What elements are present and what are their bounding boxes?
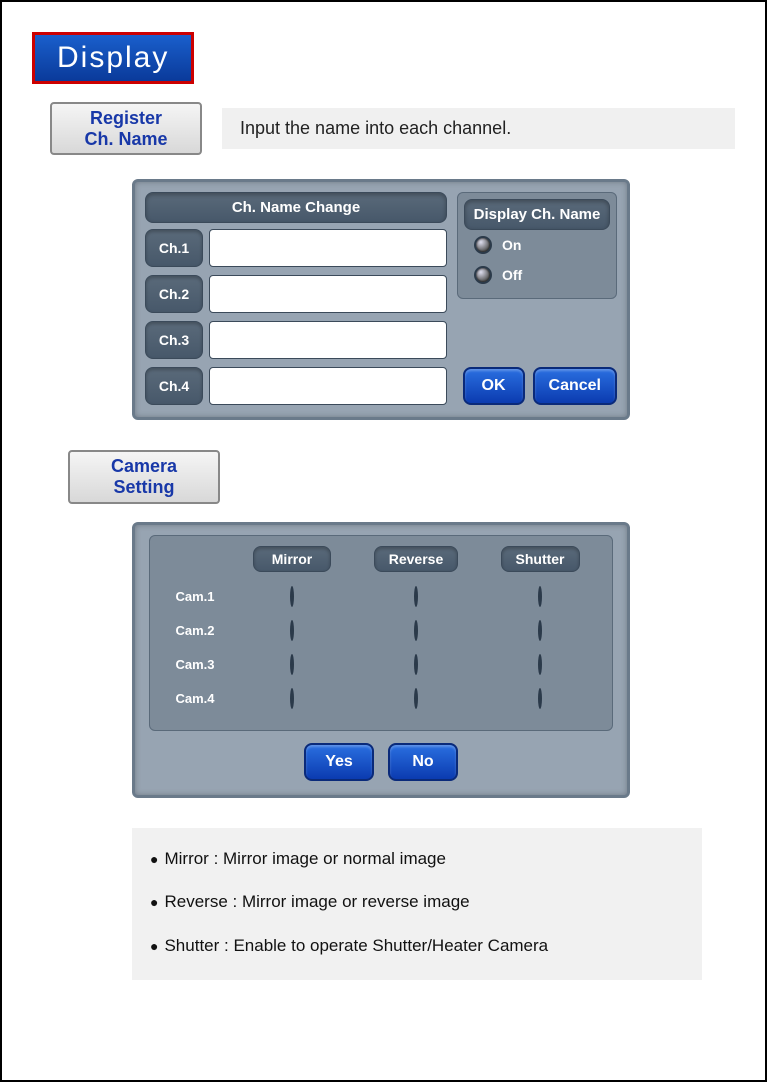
- radio-icon: [414, 654, 418, 675]
- radio-icon: [474, 266, 492, 284]
- note-mirror: ● Mirror : Mirror image or normal image: [150, 846, 684, 872]
- radio-icon: [290, 586, 294, 607]
- yes-no-row: Yes No: [149, 743, 613, 781]
- cam1-reverse[interactable]: [354, 588, 478, 606]
- note-reverse-text: Reverse : Mirror image or reverse image: [164, 892, 469, 911]
- option-off-label: Off: [502, 267, 522, 283]
- camera-header-row: Mirror Reverse Shutter: [160, 546, 602, 572]
- option-on-label: On: [502, 237, 521, 253]
- display-ch-name-header: Display Ch. Name: [464, 199, 610, 230]
- cam4-reverse[interactable]: [354, 690, 478, 708]
- page-title-badge: Display: [32, 32, 194, 84]
- ch3-input[interactable]: [209, 321, 447, 359]
- ch1-label: Ch.1: [145, 229, 203, 267]
- display-ch-name-panel: Display Ch. Name On Off: [457, 192, 617, 299]
- ch-row: Ch.2: [145, 275, 447, 313]
- cam1-mirror[interactable]: [230, 588, 354, 606]
- radio-icon: [538, 688, 542, 709]
- cam-row: Cam.3: [160, 648, 602, 682]
- cam2-shutter[interactable]: [478, 622, 602, 640]
- camera-line2: Setting: [88, 477, 200, 498]
- radio-icon: [474, 236, 492, 254]
- cam-row: Cam.1: [160, 580, 602, 614]
- no-button[interactable]: No: [388, 743, 458, 781]
- cam-row: Cam.4: [160, 682, 602, 716]
- cam3-mirror[interactable]: [230, 656, 354, 674]
- note-mirror-text: Mirror : Mirror image or normal image: [164, 849, 446, 868]
- camera-grid: Mirror Reverse Shutter Cam.1 Cam.2 Cam.3…: [149, 535, 613, 731]
- radio-icon: [538, 586, 542, 607]
- register-description: Input the name into each channel.: [222, 108, 735, 149]
- bullet-icon: ●: [150, 938, 158, 954]
- ch4-input[interactable]: [209, 367, 447, 405]
- radio-icon: [538, 620, 542, 641]
- note-reverse: ● Reverse : Mirror image or reverse image: [150, 889, 684, 915]
- cam2-mirror[interactable]: [230, 622, 354, 640]
- cam2-reverse[interactable]: [354, 622, 478, 640]
- ch-name-left-panel: Ch. Name Change Ch.1 Ch.2 Ch.3 Ch.4: [145, 192, 447, 405]
- radio-icon: [538, 654, 542, 675]
- option-on[interactable]: On: [474, 236, 606, 254]
- bullet-icon: ●: [150, 894, 158, 910]
- radio-icon: [290, 654, 294, 675]
- cam1-shutter[interactable]: [478, 588, 602, 606]
- bullet-icon: ●: [150, 851, 158, 867]
- ch1-input[interactable]: [209, 229, 447, 267]
- cam3-shutter[interactable]: [478, 656, 602, 674]
- reverse-pill: Reverse: [374, 546, 459, 572]
- shutter-pill: Shutter: [501, 546, 580, 572]
- ch2-input[interactable]: [209, 275, 447, 313]
- display-ch-name-options: On Off: [464, 230, 610, 284]
- cam3-reverse[interactable]: [354, 656, 478, 674]
- col-reverse: Reverse: [354, 546, 478, 572]
- radio-icon: [290, 620, 294, 641]
- note-shutter-text: Shutter : Enable to operate Shutter/Heat…: [164, 936, 548, 955]
- cam3-label: Cam.3: [160, 657, 230, 672]
- register-ch-name-button[interactable]: Register Ch. Name: [50, 102, 202, 155]
- cam4-shutter[interactable]: [478, 690, 602, 708]
- ch-row: Ch.1: [145, 229, 447, 267]
- ch3-label: Ch.3: [145, 321, 203, 359]
- camera-setting-dialog: Mirror Reverse Shutter Cam.1 Cam.2 Cam.3…: [132, 522, 630, 798]
- register-section-header: Register Ch. Name Input the name into ea…: [32, 102, 735, 155]
- camera-setting-button[interactable]: Camera Setting: [68, 450, 220, 503]
- cam4-label: Cam.4: [160, 691, 230, 706]
- col-mirror: Mirror: [230, 546, 354, 572]
- ch-name-right-panel: Display Ch. Name On Off OK Cancel: [457, 192, 617, 405]
- ch4-label: Ch.4: [145, 367, 203, 405]
- ch-name-change-header: Ch. Name Change: [145, 192, 447, 223]
- col-shutter: Shutter: [478, 546, 602, 572]
- ch-name-rows: Ch.1 Ch.2 Ch.3 Ch.4: [145, 229, 447, 405]
- register-line2: Ch. Name: [70, 129, 182, 150]
- radio-icon: [414, 620, 418, 641]
- radio-icon: [290, 688, 294, 709]
- camera-line1: Camera: [88, 456, 200, 477]
- ch2-label: Ch.2: [145, 275, 203, 313]
- ok-button[interactable]: OK: [463, 367, 525, 405]
- mirror-pill: Mirror: [253, 546, 331, 572]
- cam1-label: Cam.1: [160, 589, 230, 604]
- ch-row: Ch.3: [145, 321, 447, 359]
- camera-section-header: Camera Setting: [50, 450, 735, 503]
- ch-row: Ch.4: [145, 367, 447, 405]
- cam-row: Cam.2: [160, 614, 602, 648]
- cam4-mirror[interactable]: [230, 690, 354, 708]
- camera-notes: ● Mirror : Mirror image or normal image ●…: [132, 828, 702, 981]
- cam2-label: Cam.2: [160, 623, 230, 638]
- radio-icon: [414, 586, 418, 607]
- ok-cancel-row: OK Cancel: [457, 357, 617, 405]
- ch-name-dialog: Ch. Name Change Ch.1 Ch.2 Ch.3 Ch.4 Disp…: [132, 179, 630, 420]
- option-off[interactable]: Off: [474, 266, 606, 284]
- note-shutter: ● Shutter : Enable to operate Shutter/Hea…: [150, 933, 684, 959]
- radio-icon: [414, 688, 418, 709]
- cancel-button[interactable]: Cancel: [533, 367, 617, 405]
- register-line1: Register: [70, 108, 182, 129]
- yes-button[interactable]: Yes: [304, 743, 374, 781]
